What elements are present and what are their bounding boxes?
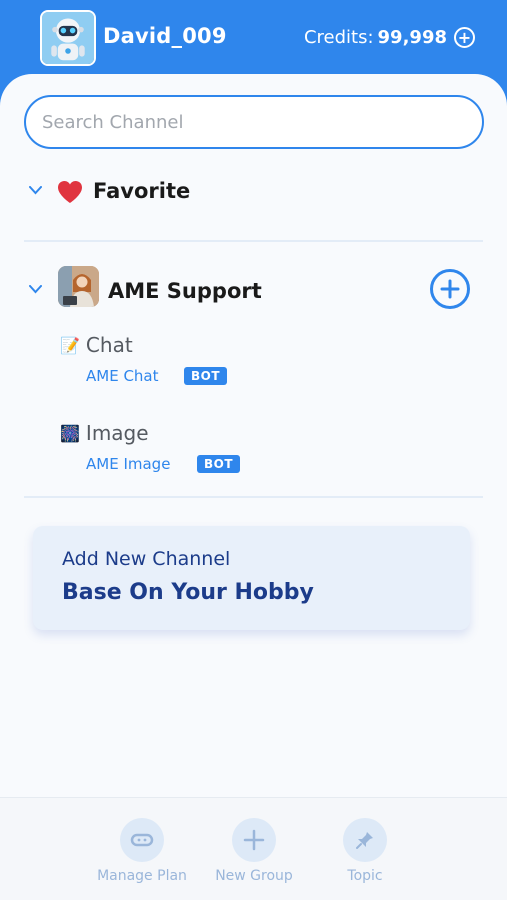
- bot-badge: BOT: [184, 367, 228, 385]
- add-channel-card[interactable]: Add New Channel Base On Your Hobby: [33, 526, 470, 630]
- channel-item-image[interactable]: 🎆 Image: [60, 421, 149, 445]
- channel-item-chat[interactable]: 📝 Chat: [60, 333, 133, 357]
- heart-icon: [57, 180, 83, 204]
- search-input[interactable]: [42, 111, 482, 133]
- credits-label: Credits:: [303, 27, 374, 48]
- nav-new-group[interactable]: New Group: [204, 818, 304, 884]
- memo-icon: 📝: [60, 335, 80, 355]
- chevron-down-icon[interactable]: [29, 186, 42, 198]
- user-avatar[interactable]: [40, 10, 96, 66]
- plus-icon: [232, 818, 276, 862]
- nav-manage-plan[interactable]: Manage Plan: [92, 818, 192, 884]
- add-channel-icon[interactable]: [430, 269, 470, 309]
- manage-plan-icon: [120, 818, 164, 862]
- promo-title: Base On Your Hobby: [62, 580, 314, 605]
- fireworks-icon: 🎆: [60, 423, 80, 443]
- favorite-section-title[interactable]: Favorite: [93, 179, 190, 203]
- group-avatar[interactable]: [58, 266, 99, 307]
- section-divider: [24, 240, 483, 242]
- channel-name: Image: [85, 421, 149, 445]
- robot-avatar-icon: [42, 12, 94, 64]
- group-title[interactable]: AME Support: [108, 279, 262, 303]
- channel-name: Chat: [85, 333, 133, 357]
- bot-link[interactable]: AME Image: [86, 455, 170, 473]
- bottom-nav: Manage Plan New Group Topic: [0, 797, 507, 900]
- credits-value: 99,998: [377, 27, 447, 48]
- promo-subtitle: Add New Channel: [62, 548, 231, 570]
- group-image-icon: [58, 266, 99, 307]
- bot-badge: BOT: [197, 455, 241, 473]
- nav-topic[interactable]: Topic: [315, 818, 415, 884]
- credits-display: Credits: 99,998 +: [304, 27, 475, 48]
- username: David_009: [103, 24, 227, 48]
- bot-link[interactable]: AME Chat: [86, 367, 159, 385]
- search-bar[interactable]: [24, 95, 484, 149]
- channel-panel: Favorite AME Support 📝 Chat AME Chat BOT…: [0, 74, 507, 900]
- pin-icon: [343, 818, 387, 862]
- add-credits-icon[interactable]: +: [454, 27, 475, 48]
- app-header: David_009 Credits: 99,998 +: [0, 0, 507, 80]
- nav-label: Topic: [347, 868, 383, 884]
- chevron-down-icon[interactable]: [29, 285, 42, 297]
- nav-label: Manage Plan: [97, 868, 187, 884]
- section-divider: [24, 496, 483, 498]
- nav-label: New Group: [215, 868, 293, 884]
